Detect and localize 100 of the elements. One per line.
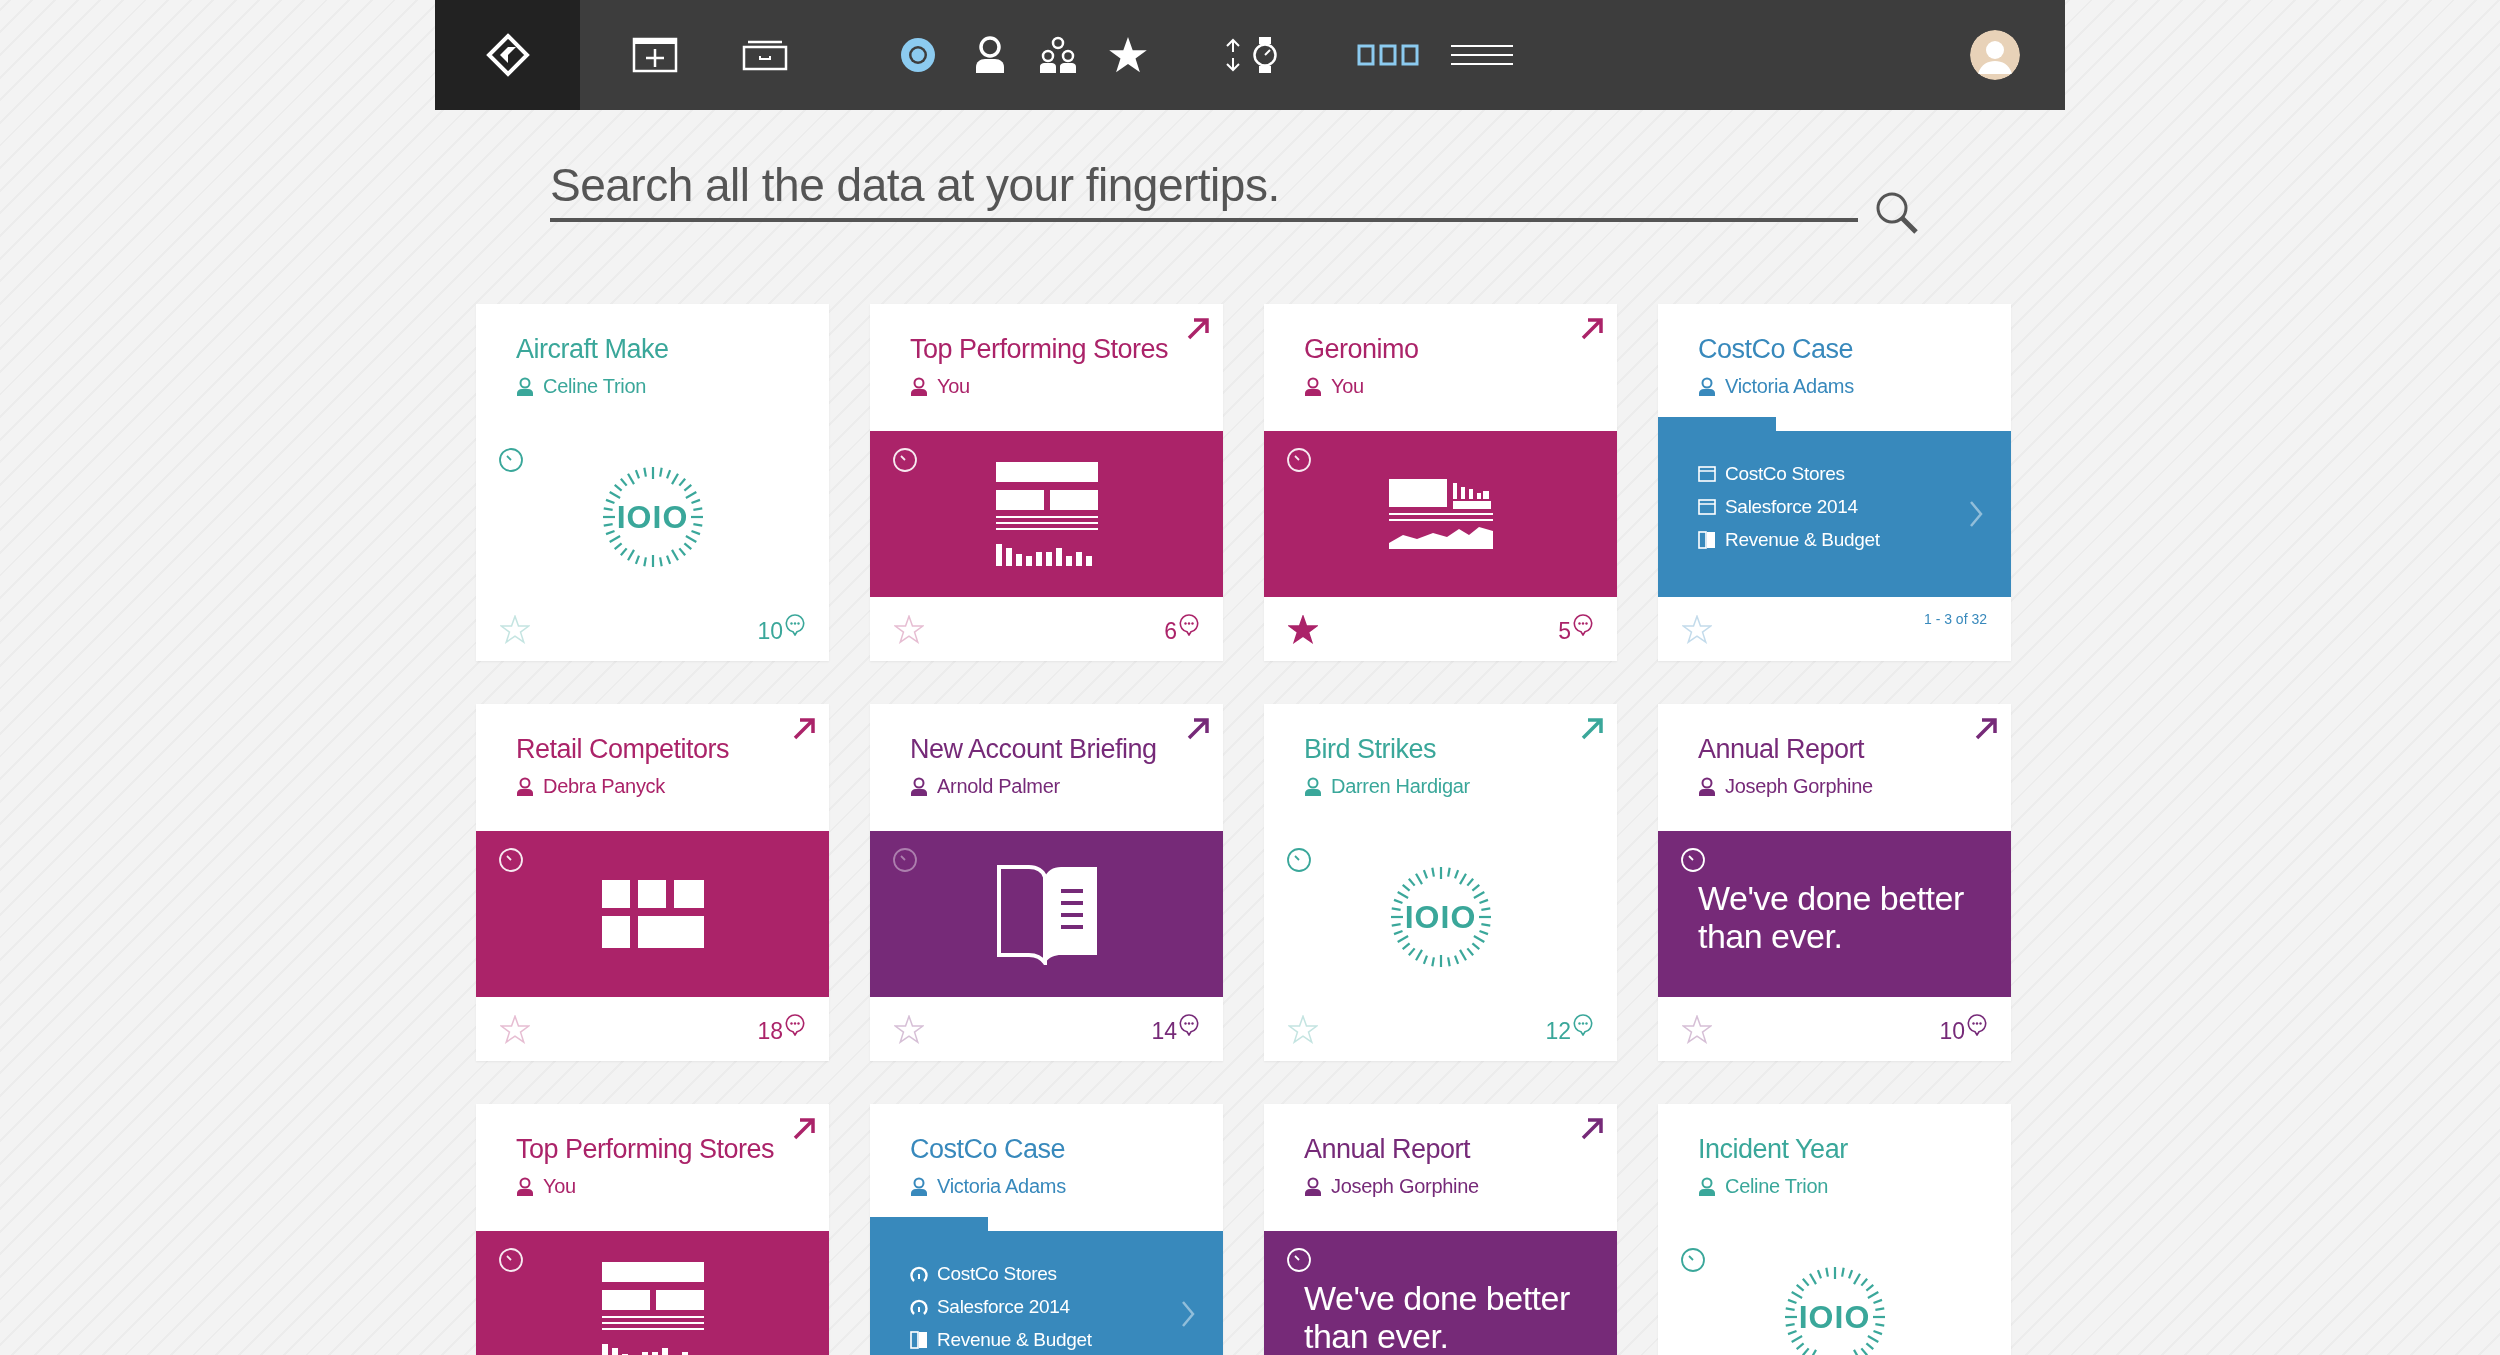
owner-name: You xyxy=(543,1175,576,1198)
card-title: Annual Report xyxy=(1698,734,1866,765)
person-icon xyxy=(1698,776,1716,797)
comment-count: 12 xyxy=(1545,1017,1571,1045)
person-icon xyxy=(910,376,928,397)
gauge-icon xyxy=(910,1265,928,1283)
person-icon xyxy=(1304,376,1322,397)
search-icon xyxy=(1874,190,1920,236)
diagonal-arrow-icon[interactable] xyxy=(1581,318,1603,340)
person-icon xyxy=(1698,1176,1716,1197)
comment-count: 10 xyxy=(757,617,783,645)
menu-icon xyxy=(1451,44,1513,66)
dial-label: IOIO xyxy=(616,498,689,536)
owner-name: You xyxy=(1331,375,1364,398)
card-title: Aircraft Make xyxy=(516,334,670,365)
book-icon xyxy=(1698,531,1716,549)
speech-bubble-icon[interactable] xyxy=(785,1013,805,1036)
dataset-link[interactable]: CostCo Stores xyxy=(1725,463,1845,485)
clock-icon xyxy=(1286,447,1312,473)
dataset-link[interactable]: Revenue & Budget xyxy=(937,1329,1092,1351)
person-icon xyxy=(910,776,928,797)
person-icon xyxy=(1304,1176,1322,1197)
dataset-link[interactable]: Salesforce 2014 xyxy=(1725,496,1858,518)
card-title: Top Performing Stores xyxy=(516,1134,776,1165)
card-title: Bird Strikes xyxy=(1304,734,1438,765)
person-icon xyxy=(1698,376,1716,397)
report-card[interactable]: Top Performing Stores You 6 xyxy=(870,304,1223,661)
user-avatar[interactable] xyxy=(1970,30,2020,80)
card-title: Annual Report xyxy=(1304,1134,1472,1165)
clock-icon xyxy=(892,847,918,873)
owner-name: Debra Panyck xyxy=(543,775,665,798)
owner-name: Celine Trion xyxy=(543,375,647,398)
star-icon xyxy=(1109,37,1147,73)
report-card[interactable]: New Account Briefing Arnold Palmer 14 xyxy=(870,704,1223,1061)
report-card[interactable]: Geronimo You 5 xyxy=(1264,304,1617,661)
clock-icon xyxy=(1680,1247,1706,1273)
person-icon xyxy=(974,36,1006,74)
clock-icon xyxy=(1286,847,1312,873)
clock-icon xyxy=(498,847,524,873)
window-icon xyxy=(1698,466,1716,482)
window-icon xyxy=(1698,499,1716,515)
owner-name: Joseph Gorphine xyxy=(1725,775,1873,798)
home-logo-button[interactable] xyxy=(435,0,580,110)
person-icon xyxy=(910,1176,928,1197)
comment-count: 5 xyxy=(1558,617,1571,645)
card-title: CostCo Case xyxy=(910,1134,1067,1165)
card-title: Geronimo xyxy=(1304,334,1420,365)
card-title: Retail Competitors xyxy=(516,734,731,765)
clock-icon xyxy=(498,447,524,473)
speech-bubble-icon[interactable] xyxy=(1967,1013,1987,1036)
dial-label: IOIO xyxy=(1404,898,1477,936)
ring-icon xyxy=(899,36,937,74)
diagonal-arrow-icon[interactable] xyxy=(1187,318,1209,340)
report-card[interactable]: CostCo Case Victoria Adams CostCo Stores Salesforce 2014 Revenue & Budget xyxy=(870,1104,1223,1355)
quote-text: We've done better than ever. xyxy=(1698,879,1965,956)
dataset-link[interactable]: Revenue & Budget xyxy=(1725,529,1880,551)
report-card[interactable]: CostCo Case Victoria Adams CostCo Stores Salesforce 2014 Revenue & Budget 1 - 3 of 32 xyxy=(1658,304,2011,661)
quote-text: We've done better than ever. xyxy=(1304,1279,1571,1355)
star-icon[interactable] xyxy=(1288,614,1318,644)
dataset-link[interactable]: CostCo Stores xyxy=(937,1263,1057,1285)
clock-icon xyxy=(1286,1247,1312,1273)
comment-count: 10 xyxy=(1939,1017,1965,1045)
card-title: CostCo Case xyxy=(1698,334,1855,365)
person-icon xyxy=(516,1176,534,1197)
diagonal-arrow-icon[interactable] xyxy=(793,1118,815,1140)
speech-bubble-icon[interactable] xyxy=(1179,1013,1199,1036)
report-card[interactable]: Annual Report Joseph Gorphine We've done better than ever. 10 xyxy=(1658,704,2011,1061)
comment-count: 6 xyxy=(1164,617,1177,645)
diagonal-arrow-icon[interactable] xyxy=(793,718,815,740)
report-card[interactable]: Retail Competitors Debra Panyck 18 xyxy=(476,704,829,1061)
person-icon xyxy=(1304,776,1322,797)
owner-name: Darren Hardigar xyxy=(1331,775,1470,798)
comment-count: 14 xyxy=(1151,1017,1177,1045)
report-card[interactable]: Annual Report Joseph Gorphine We've done better than ever. xyxy=(1264,1104,1617,1355)
up-down-arrows-icon xyxy=(1224,38,1242,72)
gauge-icon xyxy=(910,1298,928,1316)
speech-bubble-icon[interactable] xyxy=(1573,613,1593,636)
card-title: Incident Year xyxy=(1698,1134,1849,1165)
book-icon xyxy=(910,1331,928,1349)
search-button[interactable] xyxy=(1874,190,1920,236)
owner-name: Arnold Palmer xyxy=(937,775,1060,798)
diagonal-arrow-icon[interactable] xyxy=(1581,1118,1603,1140)
clock-icon xyxy=(892,447,918,473)
comment-count: 18 xyxy=(757,1017,783,1045)
person-icon xyxy=(516,776,534,797)
speech-bubble-icon[interactable] xyxy=(1179,613,1199,636)
dial-label: IOIO xyxy=(1798,1298,1871,1336)
search-field[interactable]: Search all the data at your fingertips. xyxy=(550,158,1858,222)
three-squares-icon xyxy=(1357,44,1419,66)
report-card[interactable]: Incident Year Celine Trion IOIO xyxy=(1658,1104,2011,1355)
diamond-logo-icon xyxy=(485,33,530,77)
owner-name: Victoria Adams xyxy=(1725,375,1854,398)
add-panel-icon xyxy=(632,37,678,73)
card-title: Top Performing Stores xyxy=(910,334,1170,365)
clock-icon xyxy=(498,1247,524,1273)
diagonal-arrow-icon[interactable] xyxy=(1187,718,1209,740)
report-card[interactable]: Top Performing Stores You xyxy=(476,1104,829,1355)
tray-icon xyxy=(742,39,788,71)
diagonal-arrow-icon[interactable] xyxy=(1975,718,1997,740)
dataset-link[interactable]: Salesforce 2014 xyxy=(937,1296,1070,1318)
